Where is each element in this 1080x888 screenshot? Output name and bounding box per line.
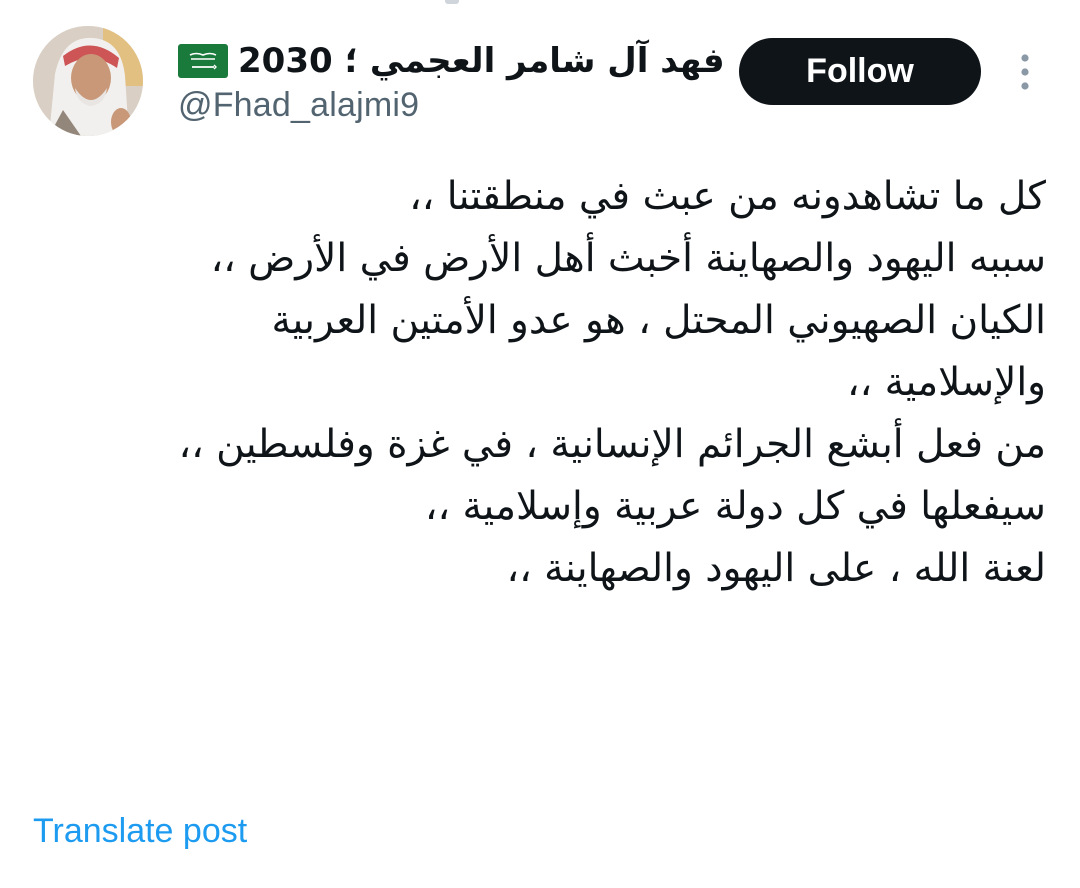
saudi-flag-icon: [178, 44, 228, 78]
tweet-line: الكيان الصهيوني المحتل ، هو عدو الأمتين …: [271, 298, 1046, 343]
more-options-button[interactable]: [1010, 50, 1040, 94]
tweet-line: سيفعلها في كل دولة عربية وإسلامية ،،: [424, 484, 1046, 529]
follow-button[interactable]: Follow: [739, 38, 981, 105]
tweet-line: لعنة الله ، على اليهود والصهاينة ،،: [506, 546, 1047, 591]
tweet-line: والإسلامية ،،: [847, 360, 1046, 405]
tweet-line: من فعل أبشع الجرائم الإنسانية ، في غزة و…: [178, 422, 1046, 467]
avatar-image: [33, 26, 143, 136]
tweet-card: فهد آل شامر العجمي ؛ 2030 @Fhad_alajmi9 …: [0, 0, 1080, 888]
tweet-text: كل ما تشاهدونه من عبث في منطقتنا ،، سببه…: [60, 168, 1046, 598]
more-vertical-icon: [1021, 54, 1029, 90]
tweet-line: كل ما تشاهدونه من عبث في منطقتنا ،،: [409, 174, 1046, 219]
author-name-text: فهد آل شامر العجمي ؛ 2030: [238, 41, 725, 81]
translate-post-link[interactable]: Translate post: [33, 812, 247, 851]
author-handle[interactable]: @Fhad_alajmi9: [178, 86, 419, 125]
tweet-line: سببه اليهود والصهاينة أخبث أهل الأرض في …: [210, 236, 1046, 281]
author-display-name[interactable]: فهد آل شامر العجمي ؛ 2030: [178, 36, 725, 86]
avatar[interactable]: [33, 26, 143, 136]
